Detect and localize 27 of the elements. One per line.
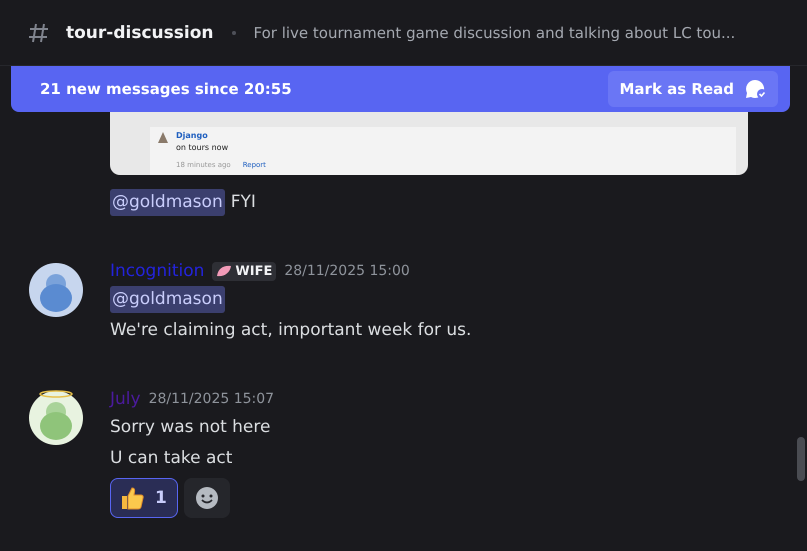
avatar[interactable] [28,262,84,318]
channel-name: tour-discussion [66,22,214,42]
post-author: Django [176,131,209,140]
user-avatar-icon [156,131,170,145]
user-mention[interactable]: @goldmason [110,189,225,216]
user-tag: WIFE [212,262,276,280]
scrollbar-thumb[interactable] [797,437,805,481]
user-mention[interactable]: @goldmason [110,286,225,313]
channel-topic[interactable]: For live tournament game discussion and talking about LC tou... [254,24,736,42]
hashtag-icon [28,22,50,44]
new-messages-bar[interactable]: 21 new messages since 20:55 Mark as Read [11,66,790,112]
message-text: We're claiming act, important week for us. [110,319,472,342]
message-text: FYI [230,191,256,214]
post-text: on tours now [176,143,230,152]
thumbs-up-icon [119,485,145,511]
timestamp: 28/11/2025 15:00 [284,263,410,279]
new-messages-text: 21 new messages since 20:55 [40,80,292,98]
reaction-button[interactable]: 1 [110,478,178,518]
message-text: Sorry was not here [110,416,270,439]
timestamp: 28/11/2025 15:07 [148,391,274,407]
add-reaction-button[interactable] [184,478,230,518]
chat-check-icon [744,78,768,100]
avatar[interactable] [28,390,84,446]
leaf-icon [216,264,232,278]
smiley-icon [194,486,219,510]
mark-as-read-button[interactable]: Mark as Read [608,71,778,107]
message-text: U can take act [110,447,232,470]
